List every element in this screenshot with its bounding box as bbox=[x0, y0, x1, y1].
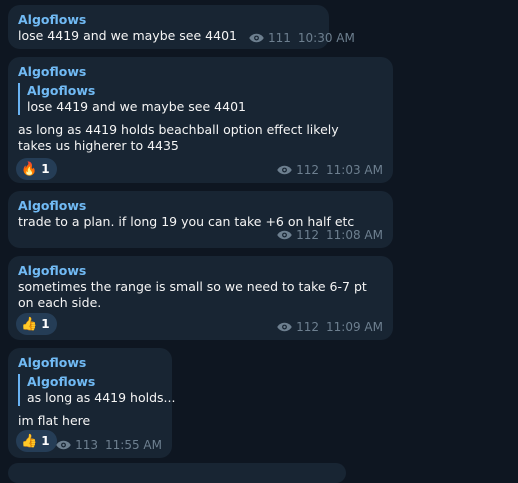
fire-emoji-icon: 🔥 bbox=[21, 161, 38, 177]
message-meta: 113 11:55 AM bbox=[56, 438, 162, 452]
view-count: 112 bbox=[296, 163, 320, 177]
message-bubble[interactable]: Algoflows Algoflows lose 4419 and we may… bbox=[8, 57, 393, 183]
message-sender[interactable]: Algoflows bbox=[18, 263, 383, 279]
quote-sender: Algoflows bbox=[27, 83, 96, 98]
reaction-count: 1 bbox=[41, 434, 50, 448]
message-time: 10:30 AM bbox=[297, 31, 355, 45]
message-text: sometimes the range is small so we need … bbox=[18, 279, 367, 310]
thumbs-up-emoji-icon: 👍 bbox=[21, 316, 38, 332]
message-text: lose 4419 and we maybe see 4401 bbox=[18, 28, 237, 43]
reaction-count: 1 bbox=[41, 162, 50, 176]
message-text: as long as 4419 holds beachball option e… bbox=[18, 122, 339, 153]
message-bubble[interactable]: Algoflows Algoflows as long as 4419 hold… bbox=[8, 348, 176, 458]
reaction-badge[interactable]: 👍 1 bbox=[16, 430, 57, 452]
message-time: 11:03 AM bbox=[326, 163, 383, 177]
view-count: 113 bbox=[75, 438, 99, 452]
message-time: 11:08 AM bbox=[326, 228, 383, 242]
message-sender[interactable]: Algoflows bbox=[18, 12, 319, 28]
message-sender[interactable]: Algoflows bbox=[18, 64, 383, 80]
message-sender[interactable]: Algoflows bbox=[18, 198, 383, 214]
views-icon bbox=[277, 165, 292, 175]
views-icon bbox=[56, 440, 71, 450]
quote-sender: Algoflows bbox=[27, 374, 96, 389]
thumbs-up-emoji-icon: 👍 bbox=[21, 433, 38, 449]
reaction-badge[interactable]: 👍 1 bbox=[16, 313, 57, 335]
message-sender[interactable]: Algoflows bbox=[18, 355, 162, 371]
reply-quote[interactable]: Algoflows as long as 4419 holds... bbox=[18, 374, 176, 406]
message-meta: 111 10:30 AM bbox=[249, 30, 355, 46]
quote-text: as long as 4419 holds... bbox=[27, 390, 176, 405]
next-message-bubble[interactable] bbox=[8, 463, 346, 483]
view-count: 111 bbox=[267, 31, 291, 45]
reaction-count: 1 bbox=[41, 317, 50, 331]
message-bubble[interactable]: Algoflows sometimes the range is small s… bbox=[8, 256, 393, 340]
views-icon bbox=[277, 230, 292, 240]
message-bubble[interactable]: Algoflows trade to a plan. if long 19 yo… bbox=[8, 191, 393, 248]
message-meta: 112 11:03 AM bbox=[277, 163, 383, 177]
message-text: im flat here bbox=[18, 413, 91, 428]
message-time: 11:09 AM bbox=[326, 320, 383, 334]
message-bubble[interactable]: Algoflows lose 4419 and we maybe see 440… bbox=[8, 5, 355, 49]
message-meta: 112 11:09 AM bbox=[277, 320, 383, 334]
view-count: 112 bbox=[296, 228, 320, 242]
message-time: 11:55 AM bbox=[105, 438, 162, 452]
quote-text: lose 4419 and we maybe see 4401 bbox=[27, 99, 246, 114]
views-icon bbox=[249, 33, 264, 43]
reaction-badge[interactable]: 🔥 1 bbox=[16, 158, 57, 180]
reply-quote[interactable]: Algoflows lose 4419 and we maybe see 440… bbox=[18, 83, 383, 115]
view-count: 112 bbox=[296, 320, 320, 334]
views-icon bbox=[277, 322, 292, 332]
message-meta: 112 11:08 AM bbox=[277, 228, 383, 242]
